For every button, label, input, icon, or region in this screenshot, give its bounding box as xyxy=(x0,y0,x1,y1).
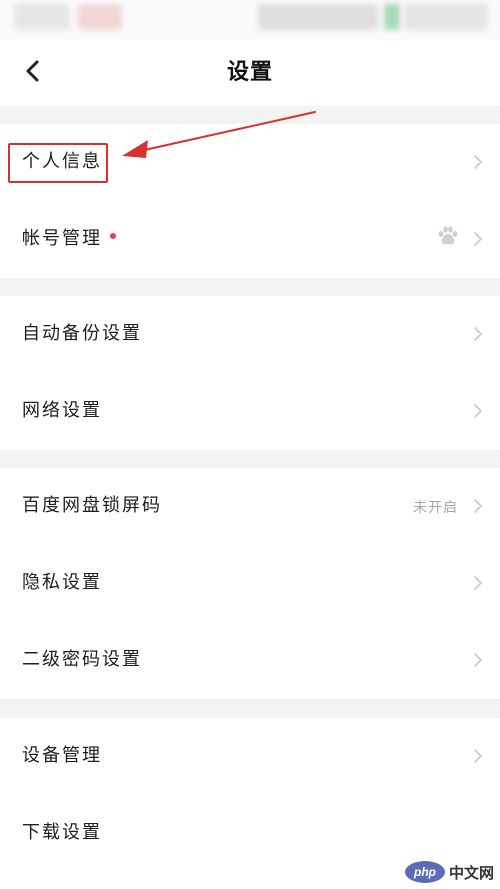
settings-group-security: 百度网盘锁屏码 未开启 隐私设置 二级密码设置 xyxy=(0,468,500,699)
chevron-right-icon xyxy=(474,749,482,763)
chevron-right-icon xyxy=(474,404,482,418)
settings-group-backup: 自动备份设置 网络设置 xyxy=(0,296,500,450)
chevron-right-icon xyxy=(474,653,482,667)
watermark: php 中文网 xyxy=(404,859,494,885)
annotation-highlight-box xyxy=(8,143,108,183)
settings-row-auto-backup[interactable]: 自动备份设置 xyxy=(0,296,500,373)
chevron-right-icon xyxy=(474,232,482,246)
chevron-right-icon xyxy=(474,499,482,513)
annotation-arrow-icon xyxy=(122,111,316,158)
watermark-logo: php xyxy=(404,861,445,883)
status-blur-left-pink xyxy=(78,4,122,30)
row-label: 下载设置 xyxy=(22,822,102,843)
baidu-paw-icon xyxy=(438,226,458,245)
row-label: 设备管理 xyxy=(22,745,102,766)
red-dot-badge xyxy=(110,233,116,239)
settings-row-network[interactable]: 网络设置 xyxy=(0,373,500,450)
settings-row-secondary-password[interactable]: 二级密码设置 xyxy=(0,622,500,699)
row-label: 百度网盘锁屏码 xyxy=(22,495,162,516)
status-blur-right-end xyxy=(404,4,488,30)
nav-bar: 设置 xyxy=(0,40,500,106)
settings-row-lock-screen-code[interactable]: 百度网盘锁屏码 未开启 xyxy=(0,468,500,545)
chevron-right-icon xyxy=(474,327,482,341)
status-bar xyxy=(0,0,500,40)
status-blur-right xyxy=(258,4,378,30)
settings-row-device-management[interactable]: 设备管理 xyxy=(0,718,500,795)
status-blur-right-green xyxy=(384,4,400,30)
row-label: 帐号管理 xyxy=(22,227,116,251)
row-label: 二级密码设置 xyxy=(22,649,142,670)
row-label-text: 帐号管理 xyxy=(22,228,102,249)
page-title: 设置 xyxy=(226,60,273,85)
chevron-right-icon xyxy=(474,155,482,169)
settings-row-account-management[interactable]: 帐号管理 xyxy=(0,201,500,278)
row-label: 自动备份设置 xyxy=(22,323,142,344)
settings-row-privacy[interactable]: 隐私设置 xyxy=(0,545,500,622)
watermark-text: 中文网 xyxy=(448,864,494,882)
row-value: 未开启 xyxy=(413,500,458,516)
row-label: 隐私设置 xyxy=(22,572,102,593)
status-blur-left xyxy=(14,4,70,30)
row-label: 网络设置 xyxy=(22,400,102,421)
chevron-right-icon xyxy=(474,576,482,590)
